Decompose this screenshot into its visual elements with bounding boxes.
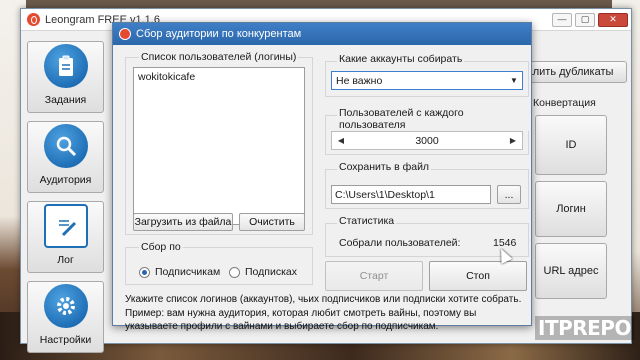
- per-user-stepper[interactable]: ◀ 3000 ▶: [331, 131, 523, 150]
- radio-label: Подписчикам: [155, 266, 221, 278]
- radio-following[interactable]: Подписках: [229, 266, 297, 278]
- audience-dialog: Сбор аудитории по конкурентам Список пол…: [112, 22, 532, 332]
- sidebar-item-tasks[interactable]: Задания: [27, 41, 104, 113]
- radio-followers[interactable]: Подписчикам: [139, 266, 220, 278]
- chevron-down-icon: ▼: [510, 76, 518, 85]
- sidebar-item-label: Задания: [44, 94, 87, 106]
- collect-by-label: Сбор по: [139, 241, 183, 253]
- conversion-label: Конвертация: [533, 97, 596, 109]
- save-path-input[interactable]: C:\Users\1\Desktop\1: [331, 185, 491, 204]
- sidebar: Задания Аудитория Лог Настройки: [27, 35, 104, 353]
- sidebar-item-audience[interactable]: Аудитория: [27, 121, 104, 193]
- stop-button[interactable]: Стоп: [429, 261, 527, 291]
- url-button[interactable]: URL адрес: [535, 243, 607, 299]
- close-button[interactable]: ✕: [598, 12, 628, 27]
- collected-label: Собрали пользователей:: [339, 237, 461, 249]
- radio-dot: [139, 266, 150, 278]
- start-button[interactable]: Старт: [325, 261, 423, 291]
- app-logo-icon: [27, 13, 40, 26]
- login-button[interactable]: Логин: [535, 181, 607, 237]
- id-button[interactable]: ID: [535, 115, 607, 175]
- load-from-file-button[interactable]: Загрузить из файла: [133, 213, 233, 231]
- radio-dot: [229, 266, 240, 278]
- accounts-selected-value: Не важно: [336, 74, 383, 87]
- sidebar-item-label: Аудитория: [39, 174, 92, 186]
- dialog-title: Сбор аудитории по конкурентам: [136, 28, 302, 40]
- stats-label: Статистика: [337, 215, 397, 227]
- users-listbox[interactable]: wokitokicafe: [133, 67, 305, 225]
- sidebar-item-label: Настройки: [39, 334, 92, 346]
- list-item[interactable]: wokitokicafe: [134, 68, 304, 86]
- app-logo-icon: [119, 28, 131, 40]
- maximize-button[interactable]: ▢: [575, 12, 595, 27]
- magnifier-icon: [43, 124, 88, 168]
- accounts-label: Какие аккаунты собирать: [337, 53, 465, 65]
- sidebar-item-settings[interactable]: Настройки: [27, 281, 104, 353]
- dialog-titlebar: Сбор аудитории по конкурентам: [113, 23, 531, 45]
- browse-button[interactable]: ...: [497, 185, 521, 204]
- save-path-value: C:\Users\1\Desktop\1: [335, 188, 435, 201]
- minimize-button[interactable]: —: [552, 12, 572, 27]
- per-user-label: Пользователей с каждого пользователя: [337, 107, 531, 131]
- arrow-right-icon[interactable]: ▶: [504, 136, 522, 145]
- hint-text: Укажите список логинов (аккаунтов), чьих…: [125, 294, 522, 332]
- arrow-left-icon[interactable]: ◀: [332, 136, 350, 145]
- clear-button[interactable]: Очистить: [239, 213, 305, 231]
- window-controls: — ▢ ✕: [552, 9, 631, 31]
- radio-label: Подписках: [245, 266, 297, 278]
- gear-icon: [43, 284, 88, 328]
- accounts-select[interactable]: Не важно ▼: [331, 71, 523, 90]
- watermark: ITPREPO: [535, 316, 634, 340]
- sidebar-item-log[interactable]: Лог: [27, 201, 104, 273]
- clipboard-icon: [43, 44, 88, 88]
- per-user-value: 3000: [415, 134, 439, 147]
- sidebar-item-label: Лог: [57, 254, 74, 266]
- document-pencil-icon: [43, 204, 88, 248]
- users-list-label: Список пользователей (логины): [139, 51, 299, 63]
- save-file-label: Сохранить в файл: [337, 161, 432, 173]
